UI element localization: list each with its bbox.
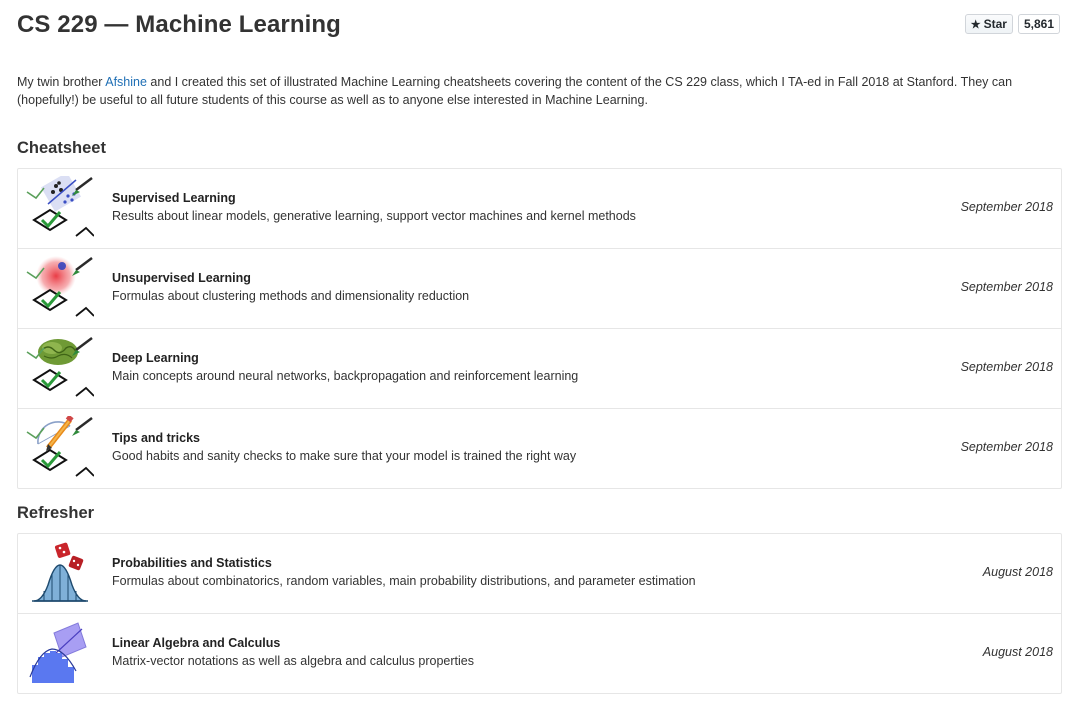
card-date: August 2018 bbox=[982, 645, 1053, 659]
star-button[interactable]: ★ Star bbox=[964, 14, 1013, 34]
supervised-learning-icon bbox=[26, 176, 94, 237]
deep-learning-icon bbox=[26, 337, 94, 397]
page: CS 229 — Machine Learning ★ Star 5,861 M… bbox=[17, 0, 1062, 694]
card-description: Formulas about combinatorics, random var… bbox=[112, 574, 696, 588]
linear-algebra-icon bbox=[29, 622, 87, 683]
star-icon: ★ bbox=[970, 18, 981, 31]
card-description: Formulas about clustering methods and di… bbox=[112, 289, 470, 303]
cheatsheet-card-supervised-learning[interactable]: Supervised Learning Results about linear… bbox=[18, 169, 1061, 248]
card-description: Results about linear models, generative … bbox=[112, 209, 636, 223]
cheatsheet-card-unsupervised-learning[interactable]: Unsupervised Learning Formulas about clu… bbox=[18, 248, 1061, 328]
intro-text-after: and I created this set of illustrated Ma… bbox=[17, 75, 1013, 107]
github-star-badge: ★ Star 5,861 bbox=[964, 14, 1060, 34]
card-title: Supervised Learning bbox=[112, 191, 236, 205]
card-title: Linear Algebra and Calculus bbox=[112, 636, 281, 650]
cheatsheet-list: Supervised Learning Results about linear… bbox=[17, 168, 1062, 489]
card-description: Main concepts around neural networks, ba… bbox=[112, 369, 579, 383]
card-date: September 2018 bbox=[960, 280, 1053, 294]
card-description: Matrix-vector notations as well as algeb… bbox=[112, 654, 474, 668]
refresher-list: Probabilities and Statistics Formulas ab… bbox=[17, 533, 1062, 694]
card-date: September 2018 bbox=[960, 200, 1053, 214]
card-title: Deep Learning bbox=[112, 351, 199, 365]
star-count[interactable]: 5,861 bbox=[1017, 14, 1060, 34]
page-header: CS 229 — Machine Learning ★ Star 5,861 bbox=[17, 0, 1060, 56]
intro-paragraph: My twin brother Afshine and I created th… bbox=[17, 73, 1027, 109]
card-date: September 2018 bbox=[960, 360, 1053, 374]
refresher-card-linear-algebra-and-calculus[interactable]: Linear Algebra and Calculus Matrix-vecto… bbox=[18, 613, 1061, 693]
unsupervised-learning-icon bbox=[26, 256, 94, 317]
card-title: Tips and tricks bbox=[112, 431, 200, 445]
refresher-heading: Refresher bbox=[17, 504, 95, 522]
cheatsheet-card-tips-and-tricks[interactable]: Tips and tricks Good habits and sanity c… bbox=[18, 408, 1061, 488]
cheatsheet-heading: Cheatsheet bbox=[17, 139, 106, 157]
card-description: Good habits and sanity checks to make su… bbox=[112, 449, 577, 463]
page-title: CS 229 — Machine Learning bbox=[17, 11, 341, 38]
card-date: September 2018 bbox=[960, 440, 1053, 454]
afshine-link[interactable]: Afshine bbox=[105, 75, 147, 89]
cheatsheet-card-deep-learning[interactable]: Deep Learning Main concepts around neura… bbox=[18, 328, 1061, 408]
tips-and-tricks-icon bbox=[26, 416, 94, 477]
refresher-card-probabilities-and-statistics[interactable]: Probabilities and Statistics Formulas ab… bbox=[18, 534, 1061, 613]
intro-text-before: My twin brother bbox=[17, 75, 106, 89]
probability-dice-icon bbox=[32, 542, 88, 602]
card-title: Probabilities and Statistics bbox=[112, 556, 272, 570]
card-date: August 2018 bbox=[982, 565, 1053, 579]
card-title: Unsupervised Learning bbox=[112, 271, 251, 285]
star-label: Star bbox=[983, 17, 1007, 31]
